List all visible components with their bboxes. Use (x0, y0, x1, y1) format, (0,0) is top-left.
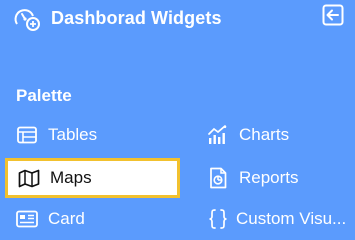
palette-heading: Palette (16, 86, 72, 105)
palette-item-label: Reports (239, 168, 299, 187)
app-title: Dashborad Widgets (51, 8, 222, 28)
palette-item-maps[interactable]: Maps (5, 158, 180, 198)
palette-item-label: Card (48, 209, 85, 228)
palette-item-card[interactable]: Card (16, 201, 186, 237)
table-icon (16, 124, 38, 146)
palette-item-tables[interactable]: Tables (16, 117, 186, 153)
palette-item-custom-visuals[interactable]: Custom Visu... (207, 201, 355, 237)
palette-item-label: Maps (50, 168, 92, 187)
palette-item-label: Custom Visu... (236, 209, 347, 228)
dashboard-add-icon (13, 6, 41, 32)
map-icon (18, 167, 40, 189)
palette-item-label: Tables (48, 125, 98, 144)
collapse-left-icon (322, 4, 344, 26)
sidebar-header: Dashborad Widgets (0, 0, 355, 38)
collapse-sidebar-button[interactable] (322, 4, 344, 26)
report-icon (207, 167, 229, 189)
palette-item-label: Charts (239, 125, 290, 144)
palette-item-charts[interactable]: Charts (207, 117, 347, 153)
card-icon (16, 208, 38, 230)
custom-code-icon (207, 208, 229, 230)
palette-item-reports[interactable]: Reports (207, 160, 347, 196)
chart-icon (207, 124, 229, 146)
